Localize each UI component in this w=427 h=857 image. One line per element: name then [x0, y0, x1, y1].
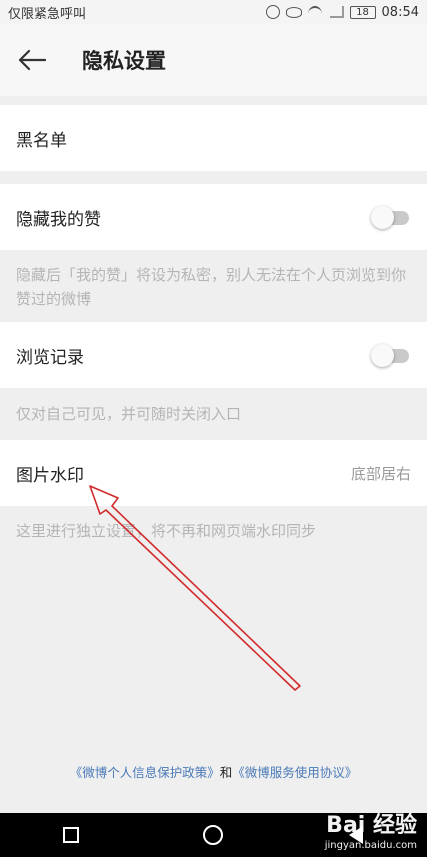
browse-history-label: 浏览记录 — [16, 347, 84, 368]
status-icons: 18 08:54 — [265, 4, 419, 20]
image-watermark-hint: 这里进行独立设置，将不再和网页端水印同步 — [16, 522, 317, 540]
watermark-logo: Bai 经验 — [326, 813, 417, 838]
home-button[interactable] — [183, 813, 243, 857]
image-watermark-label: 图片水印 — [16, 465, 84, 486]
wifi-icon — [307, 6, 324, 18]
toggle-knob — [371, 206, 394, 229]
image-watermark-value: 底部居右 — [350, 464, 411, 483]
carrier-status-text: 仅限紧急呼叫 — [8, 6, 87, 22]
app-header: 隐私设置 — [0, 24, 427, 96]
service-agreement-link[interactable]: 《微博服务使用协议》 — [232, 765, 357, 780]
hide-likes-row: 隐藏我的赞 — [0, 184, 427, 250]
circle-icon — [203, 825, 224, 845]
back-button[interactable] — [0, 24, 64, 96]
browse-history-toggle[interactable] — [371, 344, 411, 367]
recent-apps-button[interactable] — [41, 813, 101, 857]
browse-history-hint: 仅对自己可见，并可随时关闭入口 — [16, 405, 242, 423]
blacklist-row[interactable]: 黑名单 — [0, 105, 427, 171]
hide-likes-label: 隐藏我的赞 — [16, 209, 101, 230]
watermark-url: jingyan.baidu.com — [324, 840, 417, 851]
privacy-policy-link[interactable]: 《微博个人信息保护政策》 — [70, 765, 220, 780]
back-arrow-icon — [18, 49, 46, 71]
signal-icon — [329, 6, 344, 18]
battery-icon: 18 — [349, 5, 376, 19]
square-icon — [63, 827, 80, 843]
image-watermark-row[interactable]: 图片水印 底部居右 — [0, 440, 427, 506]
hide-likes-toggle[interactable] — [371, 206, 411, 229]
nfc-icon — [265, 5, 280, 19]
footer-links: 《微博个人信息保护政策》和《微博服务使用协议》 — [0, 762, 427, 781]
footer-connector: 和 — [219, 765, 233, 780]
status-bar: 仅限紧急呼叫 18 08:54 — [0, 0, 427, 24]
toggle-knob — [371, 344, 394, 367]
baidu-jingyan-watermark: Bai 经验 jingyan.baidu.com — [325, 813, 417, 857]
eye-comfort-icon — [285, 6, 302, 18]
hide-likes-hint: 隐藏后「我的赞」将设为私密，别人无法在个人页浏览到你赞过的微博 — [16, 266, 407, 308]
clock: 08:54 — [381, 4, 419, 20]
blacklist-label: 黑名单 — [16, 130, 67, 151]
page-title: 隐私设置 — [82, 49, 166, 73]
browse-history-row: 浏览记录 — [0, 322, 427, 388]
